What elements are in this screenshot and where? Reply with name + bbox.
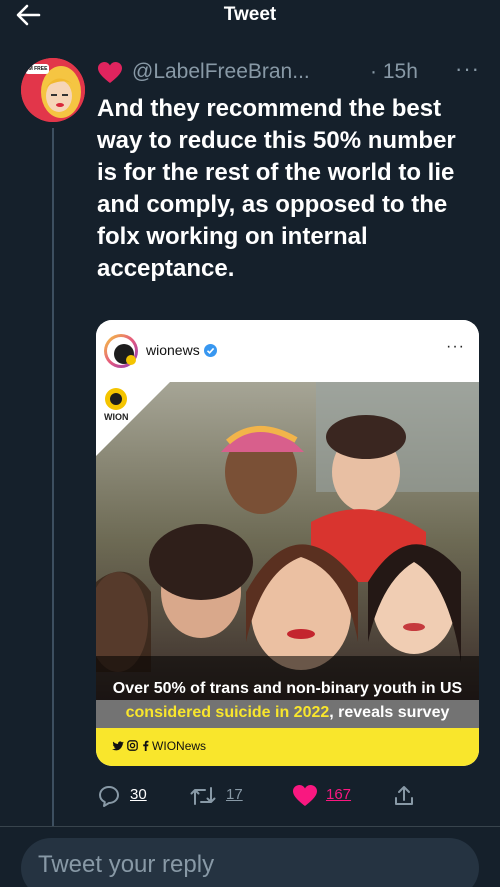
retweet-count[interactable]: 17 — [226, 786, 243, 803]
embedded-post-header: wionews ··· — [96, 320, 479, 382]
facebook-icon — [142, 740, 149, 751]
tweet-time: · 15h — [370, 60, 418, 84]
top-bar: Tweet — [0, 0, 500, 32]
author-handle[interactable]: @LabelFreeBran... — [132, 60, 310, 84]
post-photo: WION — [96, 382, 479, 700]
heart-icon — [293, 785, 317, 806]
footer-social: WIONews — [112, 739, 206, 753]
post-footer: WIONews — [96, 728, 479, 766]
wion-logo-icon — [105, 388, 127, 410]
embedded-post[interactable]: wionews ··· WION Over 50% of trans and n… — [96, 320, 479, 766]
reply-icon — [99, 786, 119, 807]
instagram-icon — [127, 740, 139, 751]
time-value: 15h — [382, 60, 418, 83]
tweet-text: And they recommend the best way to reduc… — [97, 95, 456, 282]
verified-badge-icon — [204, 344, 217, 357]
more-options-icon[interactable]: ··· — [455, 56, 480, 82]
avatar[interactable]: I'M FREE — [21, 58, 85, 122]
time-separator: · — [370, 60, 377, 83]
thread-line — [52, 128, 54, 826]
caption-line-2: considered suicide in 2022, reveals surv… — [96, 704, 479, 722]
account-name[interactable]: wionews — [146, 342, 200, 358]
page-title: Tweet — [223, 4, 277, 25]
reply-placeholder: Tweet your reply — [38, 851, 215, 878]
reply-input[interactable]: Tweet your reply — [21, 838, 479, 887]
account-logo[interactable] — [104, 334, 138, 368]
share-icon — [395, 786, 413, 805]
caption-highlight: considered suicide in 2022 — [125, 704, 330, 721]
heart-emoji-icon — [98, 62, 122, 83]
post-more-icon[interactable]: ··· — [446, 338, 465, 356]
caption-line-1: Over 50% of trans and non-binary youth i… — [112, 680, 463, 697]
footer-label: WIONews — [152, 739, 207, 753]
avatar-badge: I'M FREE — [26, 66, 48, 72]
divider — [0, 826, 500, 827]
wion-logo-text: WION — [104, 412, 129, 422]
retweet-icon — [190, 787, 216, 805]
reply-count[interactable]: 30 — [130, 786, 147, 803]
tweet-actions: 30 17 167 — [97, 781, 487, 811]
like-count[interactable]: 167 — [326, 786, 351, 803]
twitter-icon — [112, 741, 124, 751]
caption-rest: , reveals survey — [329, 704, 450, 721]
tweet-meta: @LabelFreeBran... · 15h ··· — [97, 56, 487, 88]
